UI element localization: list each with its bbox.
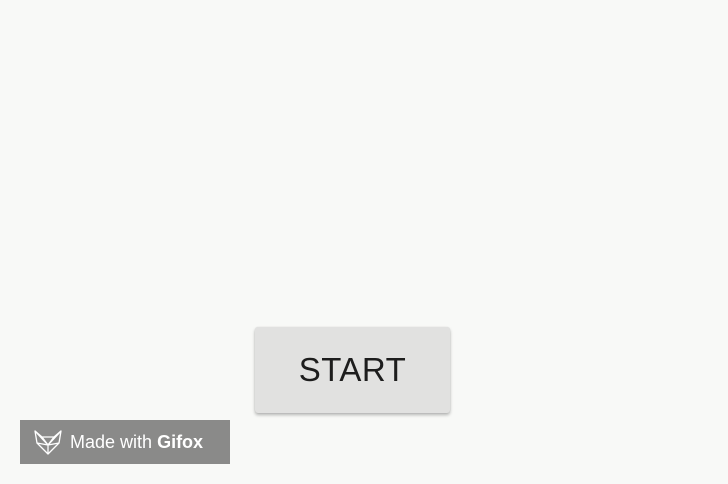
gifox-watermark: Made with Gifox xyxy=(20,420,230,464)
fox-logo-icon xyxy=(33,428,63,456)
app-screen: START Made with Gifox xyxy=(0,0,728,484)
start-button[interactable]: START xyxy=(255,327,450,413)
watermark-text: Made with Gifox xyxy=(70,432,203,453)
watermark-prefix: Made with xyxy=(70,431,153,452)
watermark-brand: Gifox xyxy=(157,431,204,452)
